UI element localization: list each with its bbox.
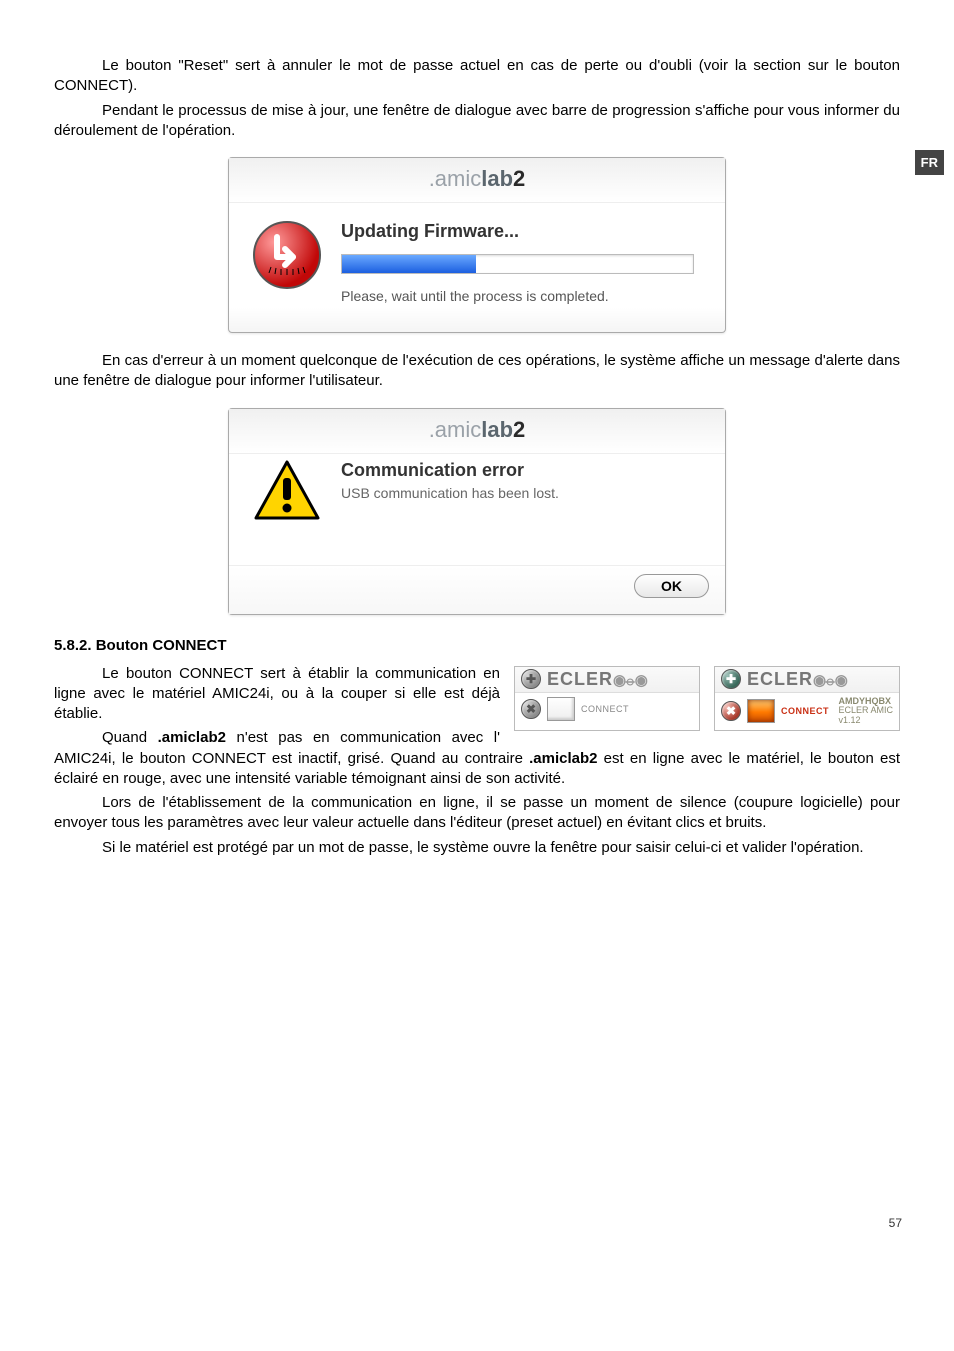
brand-amic: .amic <box>429 417 482 442</box>
ecler-logo: ECLER◉⦵◉ <box>747 669 893 690</box>
progress-bar <box>341 254 694 274</box>
close-icon: ✖ <box>721 701 741 721</box>
error-subtitle: USB communication has been lost. <box>341 485 707 501</box>
plus-icon: ✚ <box>721 669 741 689</box>
paragraph-reset: Le bouton "Reset" sert à annuler le mot … <box>54 56 900 97</box>
dialog-note: Please, wait until the process is comple… <box>341 288 707 304</box>
plus-icon: ✚ <box>521 669 541 689</box>
dialog-brand: .amiclab2 <box>229 158 725 203</box>
paragraph-silence: Lors de l'établissement de la communicat… <box>54 793 900 834</box>
page-number: 57 <box>889 1216 902 1230</box>
paragraph-connect-2: Quand .amiclab2 n'est pas en communicati… <box>54 728 900 789</box>
connect-card-on: ✚ ECLER◉⦵◉ ✖ CONNECT AMDYHQBX ECLER AMIC… <box>714 666 900 732</box>
brand-amic: .amic <box>429 166 482 191</box>
dialog-brand: .amiclab2 <box>229 409 725 454</box>
warning-icon <box>254 460 320 520</box>
paragraph-progress: Pendant le processus de mise à jour, une… <box>54 101 900 142</box>
firmware-info: AMDYHQBX ECLER AMIC v1.12 <box>838 697 893 727</box>
connect-card-off: ✚ ECLER◉⦵◉ ✖ CONNECT <box>514 666 700 732</box>
error-title: Communication error <box>341 460 707 481</box>
dialog-comm-error: .amiclab2 Communication error USB commun… <box>228 408 726 615</box>
brand-2: 2 <box>513 166 525 191</box>
progress-fill <box>342 255 476 273</box>
connect-led-off[interactable] <box>547 697 575 721</box>
brand-lab: lab <box>481 417 513 442</box>
language-badge: FR <box>915 150 944 175</box>
firmware-icon <box>253 221 321 289</box>
close-icon: ✖ <box>521 699 541 719</box>
ok-button[interactable]: OK <box>634 574 709 598</box>
dialog-updating-firmware: .amiclab2 <box>228 157 726 333</box>
paragraph-password: Si le matériel est protégé par un mot de… <box>54 838 900 858</box>
dialog-title: Updating Firmware... <box>341 221 707 242</box>
connect-led-on[interactable] <box>747 699 775 723</box>
ecler-logo: ECLER◉⦵◉ <box>547 669 693 690</box>
connect-label: CONNECT <box>781 706 829 716</box>
connect-label: CONNECT <box>581 704 629 714</box>
brand-2: 2 <box>513 417 525 442</box>
section-heading: 5.8.2. Bouton CONNECT <box>54 637 900 654</box>
brand-lab: lab <box>481 166 513 191</box>
connect-cards: ✚ ECLER◉⦵◉ ✖ CONNECT ✚ ECLER◉⦵◉ ✖ <box>514 666 900 732</box>
paragraph-error-intro: En cas d'erreur à un moment quelconque d… <box>54 351 900 392</box>
